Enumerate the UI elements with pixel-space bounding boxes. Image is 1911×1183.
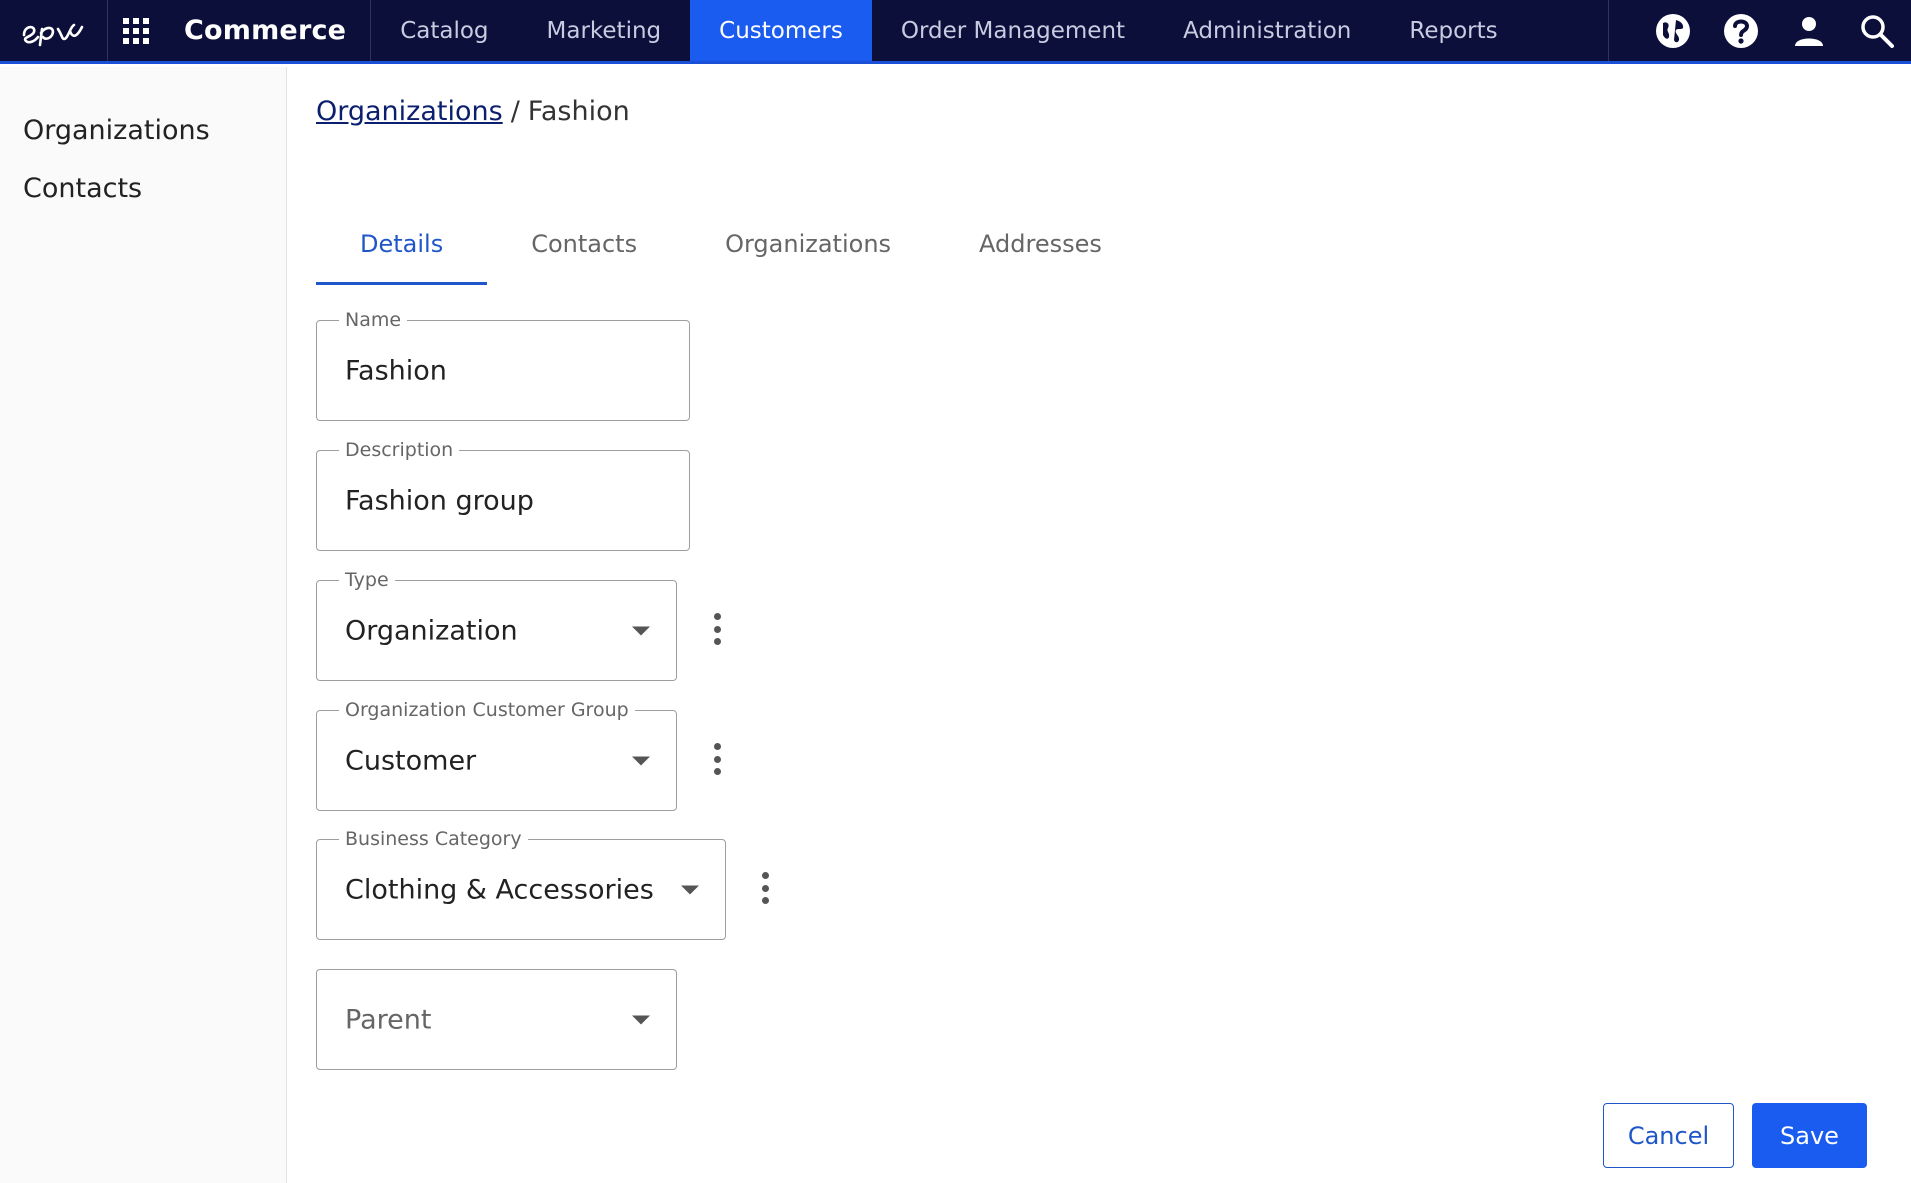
type-value: Organization — [345, 615, 518, 646]
description-value: Fashion group — [345, 485, 534, 516]
breadcrumb: Organizations / Fashion — [316, 96, 630, 127]
name-label: Name — [339, 309, 408, 331]
type-select[interactable]: Type Organization — [316, 569, 677, 681]
product-name[interactable]: Commerce — [164, 0, 372, 61]
type-label: Type — [339, 569, 395, 591]
tab-addresses[interactable]: Addresses — [935, 220, 1146, 285]
help-icon[interactable] — [1707, 12, 1775, 50]
nav-order-management[interactable]: Order Management — [872, 0, 1154, 61]
nav-reports[interactable]: Reports — [1380, 0, 1526, 61]
user-icon[interactable] — [1775, 14, 1843, 48]
tab-contacts[interactable]: Contacts — [487, 220, 681, 285]
sidebar: Organizations Contacts — [0, 67, 287, 1183]
epi-logo[interactable] — [0, 0, 108, 61]
breadcrumb-current: Fashion — [527, 96, 630, 127]
tab-bar: Details Contacts Organizations Addresses — [316, 220, 1146, 285]
breadcrumb-link-organizations[interactable]: Organizations — [316, 96, 503, 127]
chevron-down-icon — [632, 626, 650, 635]
business-category-label: Business Category — [339, 828, 528, 850]
epi-logo-icon — [22, 23, 83, 46]
customer-group-label: Organization Customer Group — [339, 699, 635, 721]
sidebar-item-organizations[interactable]: Organizations — [0, 111, 286, 169]
cancel-button[interactable]: Cancel — [1603, 1103, 1734, 1168]
tab-organizations[interactable]: Organizations — [681, 220, 935, 285]
chevron-down-icon — [632, 756, 650, 765]
customer-group-value: Customer — [345, 745, 477, 776]
type-more-options-icon[interactable] — [707, 609, 727, 649]
name-value: Fashion — [345, 355, 447, 386]
nav-administration[interactable]: Administration — [1154, 0, 1380, 61]
chevron-down-icon — [681, 885, 699, 894]
nav-marketing[interactable]: Marketing — [518, 0, 691, 61]
breadcrumb-separator: / — [510, 96, 520, 127]
business-category-select[interactable]: Business Category Clothing & Accessories — [316, 828, 726, 940]
chevron-down-icon — [632, 1015, 650, 1024]
nav-catalog[interactable]: Catalog — [371, 0, 517, 61]
save-button[interactable]: Save — [1752, 1103, 1867, 1168]
description-label: Description — [339, 439, 460, 461]
tab-details[interactable]: Details — [316, 220, 488, 285]
top-navigation-bar: Commerce Catalog Marketing Customers Ord… — [0, 0, 1911, 64]
sidebar-item-contacts[interactable]: Contacts — [0, 169, 286, 227]
parent-placeholder: Parent — [345, 1004, 432, 1035]
main-nav: Catalog Marketing Customers Order Manage… — [371, 0, 1526, 61]
app-switcher-grid-icon[interactable] — [108, 0, 164, 61]
description-field[interactable]: Description Fashion group — [316, 439, 690, 551]
name-field[interactable]: Name Fashion — [316, 309, 690, 421]
search-icon[interactable] — [1843, 14, 1911, 48]
globe-icon[interactable] — [1639, 12, 1707, 50]
business-category-more-options-icon[interactable] — [755, 868, 775, 908]
customer-group-more-options-icon[interactable] — [707, 739, 727, 779]
customer-group-select[interactable]: Organization Customer Group Customer — [316, 699, 677, 811]
business-category-value: Clothing & Accessories — [345, 874, 654, 905]
nav-customers[interactable]: Customers — [690, 0, 872, 61]
toolbar-icons — [1608, 0, 1911, 61]
parent-select[interactable]: Parent — [316, 969, 677, 1070]
